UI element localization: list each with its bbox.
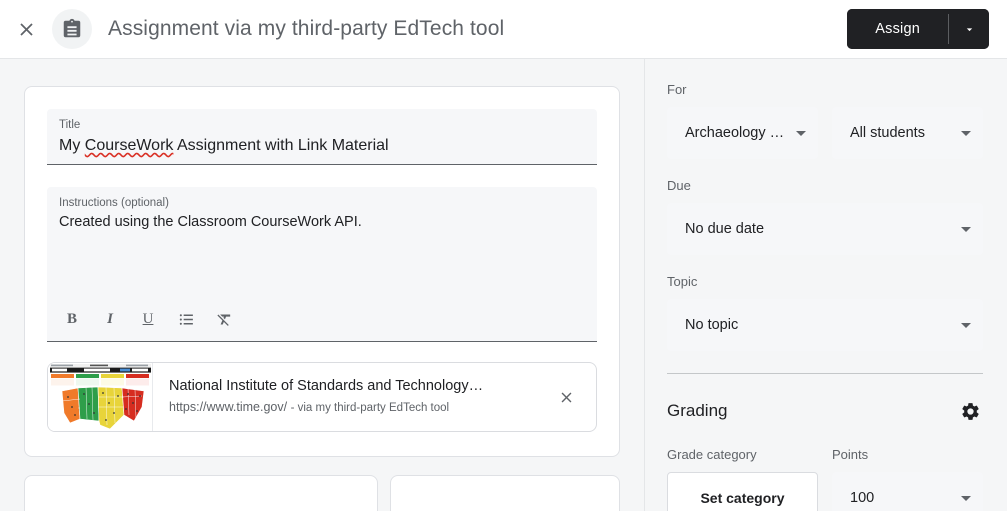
close-icon	[16, 19, 37, 40]
chevron-down-icon	[961, 131, 971, 136]
students-select-value: All students	[850, 125, 953, 141]
clear-formatting-icon	[216, 311, 233, 328]
title-input[interactable]: My CourseWork Assignment with Link Mater…	[59, 134, 585, 158]
course-select-value: Archaeology …	[685, 125, 788, 141]
for-label: For	[667, 81, 983, 99]
title-text-spellchecked: CourseWork	[85, 137, 174, 154]
app-header: Assignment via my third-party EdTech too…	[0, 0, 1007, 59]
set-category-button[interactable]: Set category	[667, 472, 818, 511]
assign-options-button[interactable]	[949, 9, 989, 49]
due-date-value: No due date	[685, 221, 953, 237]
us-time-zone-map-icon	[48, 363, 153, 431]
students-select[interactable]: All students	[832, 107, 983, 159]
bold-button[interactable]: B	[59, 306, 85, 332]
due-label: Due	[667, 177, 983, 195]
chevron-down-icon	[963, 23, 976, 36]
attachment-card[interactable]: National Institute of Standards and Tech…	[47, 362, 597, 432]
gear-icon	[960, 401, 981, 422]
attachment-via: - via my third-party EdTech tool	[291, 402, 450, 414]
title-field-label: Title	[59, 117, 585, 133]
title-text-suffix: Assignment with Link Material	[173, 137, 388, 154]
assignment-type-badge	[52, 9, 92, 49]
topic-value: No topic	[685, 317, 953, 333]
assignment-detail-pane: Title My CourseWork Assignment with Link…	[0, 59, 645, 511]
course-select[interactable]: Archaeology …	[667, 107, 818, 159]
chevron-down-icon	[961, 227, 971, 232]
classroom-assignment-editor: Assignment via my third-party EdTech too…	[0, 0, 1007, 511]
formatting-toolbar: B I U	[59, 301, 585, 341]
bulleted-list-button[interactable]	[173, 306, 199, 332]
grade-category-label: Grade category	[667, 446, 818, 464]
clipboard-icon	[61, 18, 83, 40]
italic-button[interactable]: I	[97, 306, 123, 332]
page-title: Assignment via my third-party EdTech too…	[108, 17, 504, 41]
attachment-title: National Institute of Standards and Tech…	[169, 376, 532, 396]
due-date-select[interactable]: No due date	[667, 203, 983, 255]
attachment-subtitle: https://www.time.gov/ - via my third-par…	[169, 398, 532, 418]
chevron-down-icon	[796, 131, 806, 136]
assign-button[interactable]: Assign	[847, 9, 948, 49]
attachment-thumbnail	[48, 363, 153, 431]
topic-select[interactable]: No topic	[667, 299, 983, 351]
grading-header: Grading	[667, 394, 983, 428]
points-select[interactable]: 100	[832, 472, 983, 511]
close-button[interactable]	[6, 9, 46, 49]
points-label: Points	[832, 446, 983, 464]
chevron-down-icon	[961, 496, 971, 501]
instructions-input[interactable]: Created using the Classroom CourseWork A…	[59, 212, 585, 301]
attachment-url: https://www.time.gov/	[169, 400, 287, 414]
grading-fields-row: Grade category Set category Points 100	[667, 446, 983, 511]
additional-card-left[interactable]	[24, 475, 378, 511]
for-row: Archaeology … All students	[667, 107, 983, 159]
topic-label: Topic	[667, 273, 983, 291]
assignment-card: Title My CourseWork Assignment with Link…	[24, 86, 620, 457]
grade-category-group: Grade category Set category	[667, 446, 818, 511]
bulleted-list-icon	[178, 311, 195, 328]
underline-button[interactable]: U	[135, 306, 161, 332]
additional-cards-row	[24, 475, 620, 511]
close-icon	[558, 389, 575, 406]
title-text-prefix: My	[59, 137, 85, 154]
instructions-field-label: Instructions (optional)	[59, 195, 585, 211]
attachment-info: National Institute of Standards and Tech…	[153, 376, 544, 418]
chevron-down-icon	[961, 323, 971, 328]
points-value: 100	[850, 490, 953, 506]
additional-card-right[interactable]	[390, 475, 620, 511]
editor-body: Title My CourseWork Assignment with Link…	[0, 59, 1007, 511]
settings-divider	[667, 373, 983, 374]
assignment-settings-pane: For Archaeology … All students Due No du…	[645, 59, 1007, 511]
instructions-field[interactable]: Instructions (optional) Created using th…	[47, 187, 597, 342]
remove-attachment-button[interactable]	[544, 375, 588, 419]
clear-formatting-button[interactable]	[211, 306, 237, 332]
assign-button-group: Assign	[847, 9, 989, 49]
title-field[interactable]: Title My CourseWork Assignment with Link…	[47, 109, 597, 165]
grading-title: Grading	[667, 401, 727, 421]
points-group: Points 100	[832, 446, 983, 511]
grading-settings-button[interactable]	[953, 394, 987, 428]
